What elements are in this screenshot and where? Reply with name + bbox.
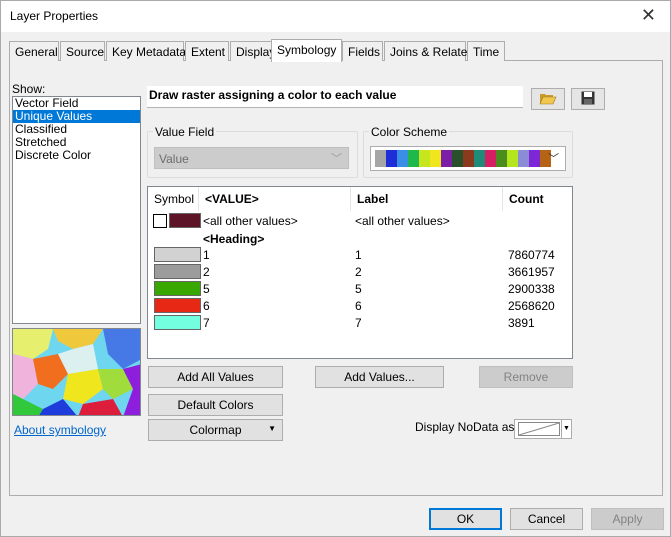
nodata-swatch-icon — [518, 422, 560, 436]
tab-joins-relates[interactable]: Joins & Relates — [384, 41, 473, 61]
row-value: 6 — [203, 299, 210, 313]
color-ramp-swatch — [496, 150, 507, 167]
value-field-value: Value — [159, 152, 189, 166]
apply-button[interactable]: Apply — [591, 508, 664, 530]
tab-display[interactable]: Display — [230, 41, 277, 61]
folder-open-icon — [539, 91, 557, 108]
renderer-item-discrete-color[interactable]: Discrete Color — [13, 149, 140, 162]
value-field-select[interactable]: Value ﹀ — [154, 147, 349, 169]
color-ramp-swatch — [507, 150, 518, 167]
color-ramp-swatch — [375, 150, 386, 167]
tab-source[interactable]: Source — [60, 41, 105, 61]
row-value: 5 — [203, 282, 210, 296]
other-values-swatch[interactable] — [169, 213, 201, 228]
default-colors-button[interactable]: Default Colors — [148, 394, 283, 416]
colormap-button[interactable]: Colormap ▼ — [148, 419, 283, 441]
row-label: 1 — [355, 248, 362, 262]
color-ramp-swatch — [463, 150, 474, 167]
chevron-down-icon: ﹀ — [548, 153, 559, 165]
color-scheme-title: Color Scheme — [369, 125, 450, 139]
color-ramp-swatch — [485, 150, 496, 167]
nodata-color-picker[interactable]: ▼ — [514, 419, 572, 439]
row-value: 7 — [203, 316, 210, 330]
row-label: 6 — [355, 299, 362, 313]
color-scheme-select[interactable]: ﹀ — [370, 146, 566, 171]
ok-button[interactable]: OK — [429, 508, 502, 530]
window-title: Layer Properties — [10, 9, 99, 23]
color-ramp-swatch — [441, 150, 452, 167]
col-header-label[interactable]: Label — [351, 187, 503, 211]
cancel-button[interactable]: Cancel — [510, 508, 583, 530]
save-icon — [581, 91, 595, 108]
nodata-label: Display NoData as — [415, 420, 515, 434]
renderer-preview-image — [12, 328, 141, 416]
row-count: 2568620 — [508, 299, 555, 313]
row-symbol-swatch[interactable] — [154, 264, 201, 279]
color-ramp-swatch — [408, 150, 419, 167]
color-ramp-swatch — [397, 150, 408, 167]
row-symbol-swatch[interactable] — [154, 281, 201, 296]
row-symbol-swatch[interactable] — [154, 247, 201, 262]
about-symbology-link[interactable]: About symbology — [14, 423, 106, 437]
other-values-value: <all other values> — [203, 214, 298, 228]
color-ramp-swatch — [518, 150, 529, 167]
row-value: 2 — [203, 265, 210, 279]
row-label: 2 — [355, 265, 362, 279]
color-ramp-swatch — [474, 150, 485, 167]
row-symbol-swatch[interactable] — [154, 315, 201, 330]
open-folder-button[interactable] — [531, 88, 565, 110]
tab-extent[interactable]: Extent — [185, 41, 229, 61]
row-label: 5 — [355, 282, 362, 296]
row-label: 7 — [355, 316, 362, 330]
color-ramp-swatch — [529, 150, 540, 167]
row-count: 7860774 — [508, 248, 555, 262]
renderer-list[interactable]: Vector Field Unique Values Classified St… — [12, 96, 141, 324]
tab-symbology[interactable]: Symbology — [271, 39, 342, 62]
dropdown-arrow-icon: ▼ — [561, 420, 571, 438]
color-ramp-swatch — [430, 150, 441, 167]
tab-time[interactable]: Time — [467, 41, 505, 61]
renderer-description: Draw raster assigning a color to each va… — [147, 86, 523, 108]
show-label: Show: — [12, 82, 46, 96]
colormap-label: Colormap — [189, 423, 242, 437]
unique-values-table[interactable]: Symbol <VALUE> Label Count <all other va… — [147, 186, 573, 359]
color-ramp-swatch — [452, 150, 463, 167]
tab-general[interactable]: General — [9, 41, 59, 61]
value-field-title: Value Field — [153, 125, 217, 139]
col-header-count[interactable]: Count — [503, 187, 572, 211]
color-ramp-swatch — [419, 150, 430, 167]
row-count: 3661957 — [508, 265, 555, 279]
save-layer-button[interactable] — [571, 88, 605, 110]
row-count: 3891 — [508, 316, 535, 330]
chevron-down-icon: ﹀ — [331, 153, 342, 165]
tab-key-metadata[interactable]: Key Metadata — [106, 41, 186, 61]
row-count: 2900338 — [508, 282, 555, 296]
heading-label: <Heading> — [203, 232, 265, 246]
col-header-symbol[interactable]: Symbol — [148, 187, 199, 211]
layer-properties-dialog: Layer Properties ✕ General Source Key Me… — [0, 0, 671, 537]
dropdown-arrow-icon: ▼ — [268, 424, 276, 433]
other-values-checkbox[interactable] — [153, 214, 167, 228]
remove-button[interactable]: Remove — [479, 366, 573, 388]
add-all-values-button[interactable]: Add All Values — [148, 366, 283, 388]
row-value: 1 — [203, 248, 210, 262]
add-values-button[interactable]: Add Values... — [315, 366, 444, 388]
close-icon[interactable]: ✕ — [641, 5, 656, 26]
title-bar: Layer Properties ✕ — [1, 1, 670, 32]
color-ramp-swatch — [386, 150, 397, 167]
tab-fields[interactable]: Fields — [342, 41, 383, 61]
color-ramp-preview — [375, 150, 551, 167]
col-header-value[interactable]: <VALUE> — [199, 187, 351, 211]
row-symbol-swatch[interactable] — [154, 298, 201, 313]
other-values-label: <all other values> — [355, 214, 450, 228]
